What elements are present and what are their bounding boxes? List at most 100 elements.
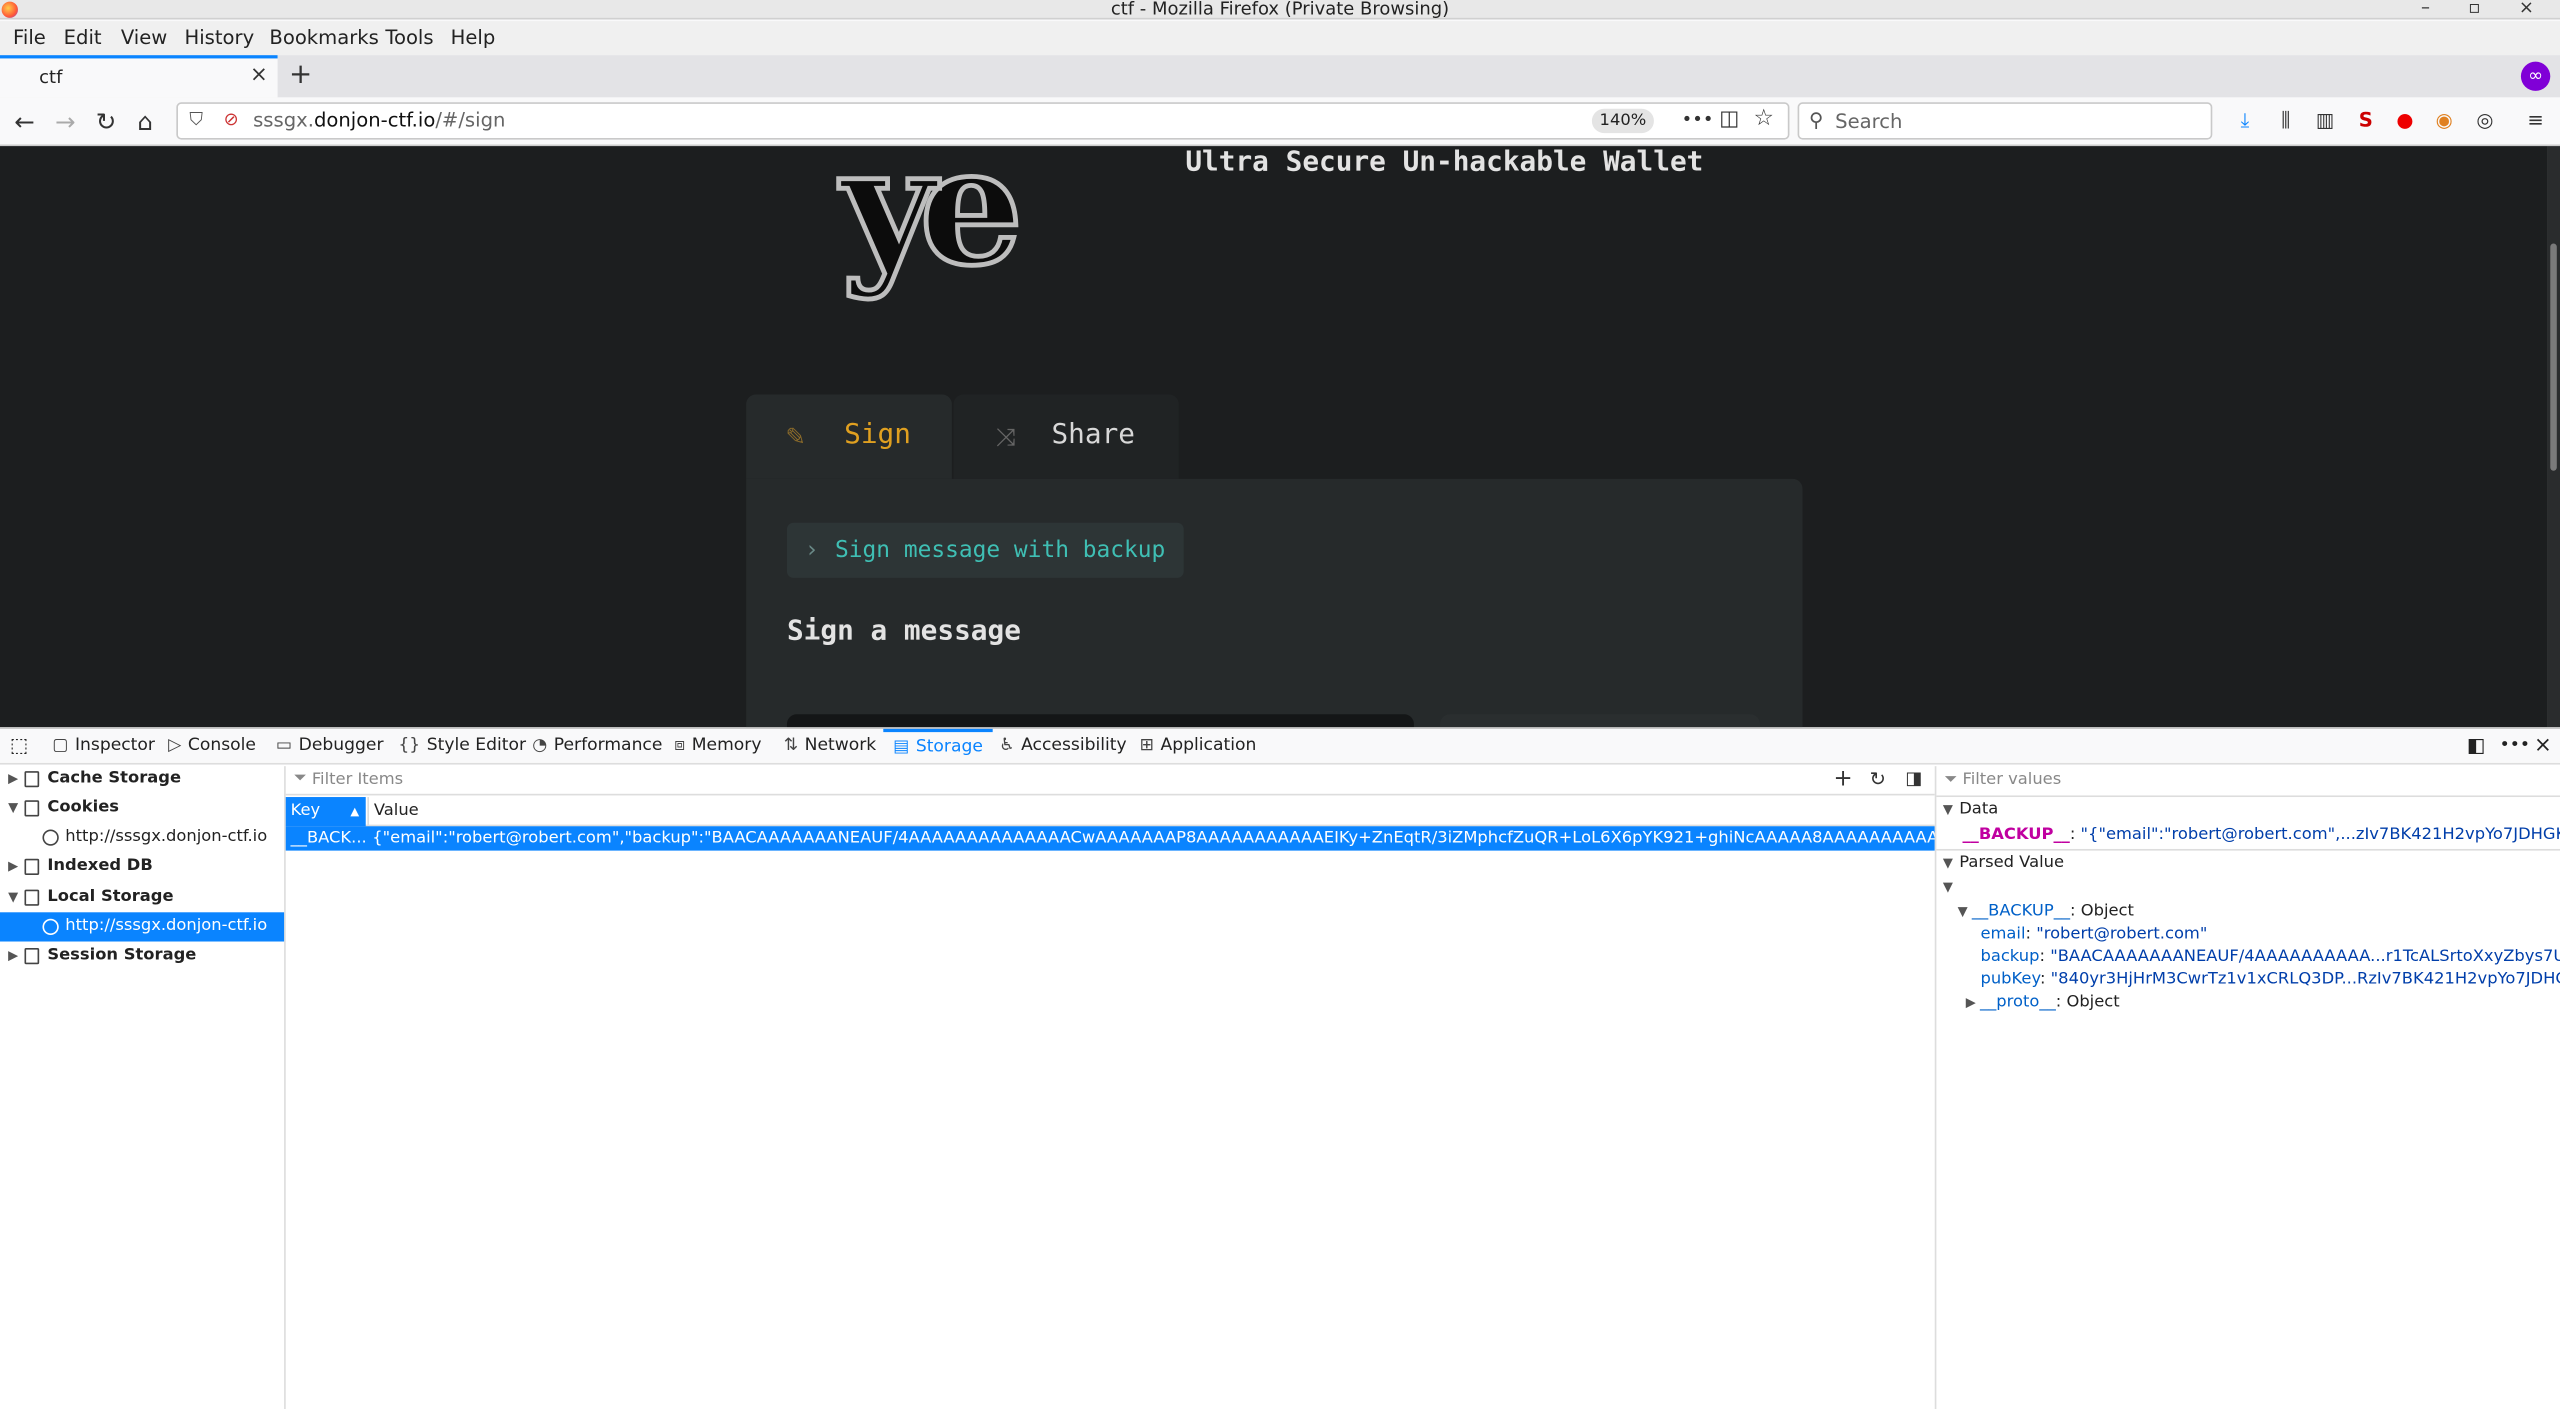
- devtools-tab-style-editor[interactable]: {} Style Editor: [398, 729, 526, 765]
- parsed-section-header[interactable]: ▼ Parsed Value: [1936, 848, 2560, 877]
- data-entry[interactable]: __BACKUP__: "{"email":"robert@robert.com…: [1963, 823, 2560, 849]
- extension-s-icon[interactable]: S: [2354, 109, 2377, 132]
- menu-edit[interactable]: Edit: [64, 26, 102, 49]
- tree-indexed-db[interactable]: ▶ Indexed DB: [0, 852, 284, 881]
- sign-with-backup-label: Sign message with backup: [835, 537, 1166, 564]
- row-value: {"email":"robert@robert.com","backup":"B…: [372, 829, 1934, 848]
- style-editor-icon: {}: [398, 735, 421, 755]
- zoom-level-badge[interactable]: 140%: [1591, 108, 1654, 134]
- new-tab-icon[interactable]: +: [289, 58, 312, 90]
- window-controls[interactable]: – ▫ ×: [2421, 0, 2550, 18]
- refresh-icon[interactable]: ↻: [1869, 768, 1885, 791]
- tab-close-icon[interactable]: ×: [250, 63, 268, 87]
- devtools-tab-inspector[interactable]: ▢ Inspector: [52, 729, 155, 765]
- url-text[interactable]: sssgx.donjon-ctf.io/#/sign: [253, 109, 505, 132]
- search-icon: ⚲: [1809, 108, 1824, 132]
- tree-session-storage[interactable]: ▶ Session Storage: [0, 942, 284, 971]
- column-header-value[interactable]: Value: [367, 797, 419, 827]
- menu-history[interactable]: History: [184, 26, 254, 49]
- tree-cache-storage[interactable]: ▶ Cache Storage: [0, 765, 284, 794]
- account-icon[interactable]: ◎: [2474, 109, 2497, 132]
- hamburger-menu-icon[interactable]: ≡: [2524, 109, 2547, 132]
- tab-sign[interactable]: ✎ Sign: [746, 394, 952, 479]
- collapse-arrow-icon[interactable]: ▼: [1943, 875, 1953, 901]
- tab-ctf[interactable]: ctf ×: [0, 55, 278, 98]
- tree-label: http://sssgx.donjon-ctf.io: [65, 827, 268, 846]
- tab-share[interactable]: ⤨ Share: [953, 394, 1179, 479]
- menu-file[interactable]: File: [13, 26, 46, 49]
- devtools-tab-memory[interactable]: ⧈ Memory: [674, 729, 761, 765]
- menu-tools[interactable]: Tools: [385, 26, 433, 49]
- collapse-arrow-icon[interactable]: ▼: [1943, 797, 1953, 823]
- devtools-tab-console[interactable]: ▷ Console: [168, 729, 256, 765]
- devtools-tab-network[interactable]: ⇅ Network: [784, 729, 877, 765]
- menu-view[interactable]: View: [121, 26, 168, 49]
- collapse-arrow-icon[interactable]: ▼: [1958, 904, 1972, 919]
- devtools-tab-performance[interactable]: ◔ Performance: [532, 729, 662, 765]
- forward-icon[interactable]: →: [49, 106, 82, 138]
- sign-card: › Sign message with backup Sign a message: [746, 478, 1803, 728]
- extension-cookie-icon[interactable]: ◉: [2433, 109, 2456, 132]
- downloads-icon[interactable]: ⤓: [2234, 109, 2257, 132]
- filter-icon: ⏷: [293, 769, 307, 788]
- shield-icon[interactable]: ⛉: [189, 109, 202, 132]
- element-picker-icon[interactable]: ⬚: [10, 729, 29, 765]
- page-scrollbar[interactable]: [2547, 146, 2560, 728]
- back-icon[interactable]: ←: [8, 106, 41, 138]
- tree-local-storage[interactable]: ▼ Local Storage: [0, 883, 284, 912]
- devtools-options-icon[interactable]: •••: [2500, 729, 2530, 765]
- filter-values-input[interactable]: Filter values: [1963, 768, 2062, 794]
- reload-icon[interactable]: ↻: [90, 106, 123, 138]
- site-logo: ye: [838, 146, 1025, 304]
- collapse-arrow-icon[interactable]: ▼: [8, 794, 18, 823]
- sign-submit-button[interactable]: [1440, 714, 1761, 728]
- pubkey-value: "840yr3HjHrM3CwrTz1v1xCRLQ3DP...RzIv7BK4…: [2050, 970, 2560, 989]
- extension-o-icon[interactable]: ●: [2394, 109, 2417, 132]
- scrollbar-thumb[interactable]: [2550, 243, 2557, 471]
- accessibility-icon: ♿: [999, 735, 1015, 755]
- parsed-proto-row[interactable]: ▶ __proto__: Object: [1966, 990, 2120, 1016]
- filter-items-input[interactable]: Filter Items: [312, 771, 403, 789]
- home-icon[interactable]: ⌂: [129, 106, 162, 138]
- bookmark-star-icon[interactable]: ☆: [1754, 106, 1775, 132]
- tree-cookies[interactable]: ▼ Cookies: [0, 794, 284, 823]
- message-input[interactable]: [786, 714, 1414, 728]
- pocket-icon[interactable]: ◫: [1719, 107, 1739, 131]
- page-actions-icon[interactable]: •••: [1682, 109, 1714, 130]
- filter-icon: ⏷: [1944, 771, 1958, 789]
- backup-key: backup: [1980, 948, 2040, 966]
- storage-tree: ▶ Cache Storage ▼ Cookies http://sssgx.d…: [0, 766, 286, 1409]
- expand-arrow-icon[interactable]: ▶: [1966, 995, 1980, 1010]
- toggle-sidebar-icon[interactable]: ◨: [1905, 768, 1922, 789]
- insecure-lock-icon[interactable]: ⊘: [224, 109, 239, 130]
- sidebar-icon[interactable]: ▥: [2314, 109, 2337, 132]
- devtools-tab-storage[interactable]: ▤ Storage: [883, 728, 993, 765]
- window-title: ctf - Mozilla Firefox (Private Browsing): [1110, 0, 1450, 20]
- sign-with-backup-button[interactable]: › Sign message with backup: [786, 522, 1184, 578]
- tree-cookies-host[interactable]: http://sssgx.donjon-ctf.io: [0, 823, 284, 852]
- menu-bookmarks[interactable]: Bookmarks: [269, 26, 378, 49]
- devtools-tab-debugger[interactable]: ▭ Debugger: [276, 729, 384, 765]
- url-bar[interactable]: ⛉ ⊘ sssgx.donjon-ctf.io/#/sign 140% ••• …: [176, 102, 1790, 140]
- page-content: ye Ultra Secure Un-hackable Wallet ✎ Sig…: [0, 146, 2548, 728]
- expand-arrow-icon[interactable]: ▶: [8, 765, 18, 794]
- performance-icon: ◔: [532, 735, 548, 755]
- database-icon: [24, 771, 40, 788]
- collapse-arrow-icon[interactable]: ▼: [1943, 851, 1953, 877]
- pubkey-key: pubKey: [1980, 970, 2040, 989]
- add-item-icon[interactable]: +: [1834, 766, 1853, 792]
- expand-arrow-icon[interactable]: ▶: [8, 852, 18, 881]
- column-header-key[interactable]: Key ▲: [285, 797, 366, 827]
- collapse-arrow-icon[interactable]: ▼: [8, 883, 18, 912]
- menu-help[interactable]: Help: [451, 26, 496, 49]
- sign-heading: Sign a message: [786, 615, 1021, 648]
- table-row[interactable]: __BACK... {"email":"robert@robert.com","…: [285, 826, 1935, 851]
- devtools-tab-application[interactable]: ⊞ Application: [1140, 729, 1257, 765]
- devtools-tab-accessibility[interactable]: ♿ Accessibility: [999, 729, 1126, 765]
- devtools-close-icon[interactable]: ×: [2534, 729, 2552, 765]
- search-bar[interactable]: ⚲ Search: [1797, 102, 2213, 140]
- dock-side-icon[interactable]: ◧: [2467, 729, 2486, 765]
- expand-arrow-icon[interactable]: ▶: [8, 942, 18, 971]
- tree-local-storage-host[interactable]: http://sssgx.donjon-ctf.io: [0, 912, 285, 942]
- library-icon[interactable]: ⫼: [2274, 109, 2297, 132]
